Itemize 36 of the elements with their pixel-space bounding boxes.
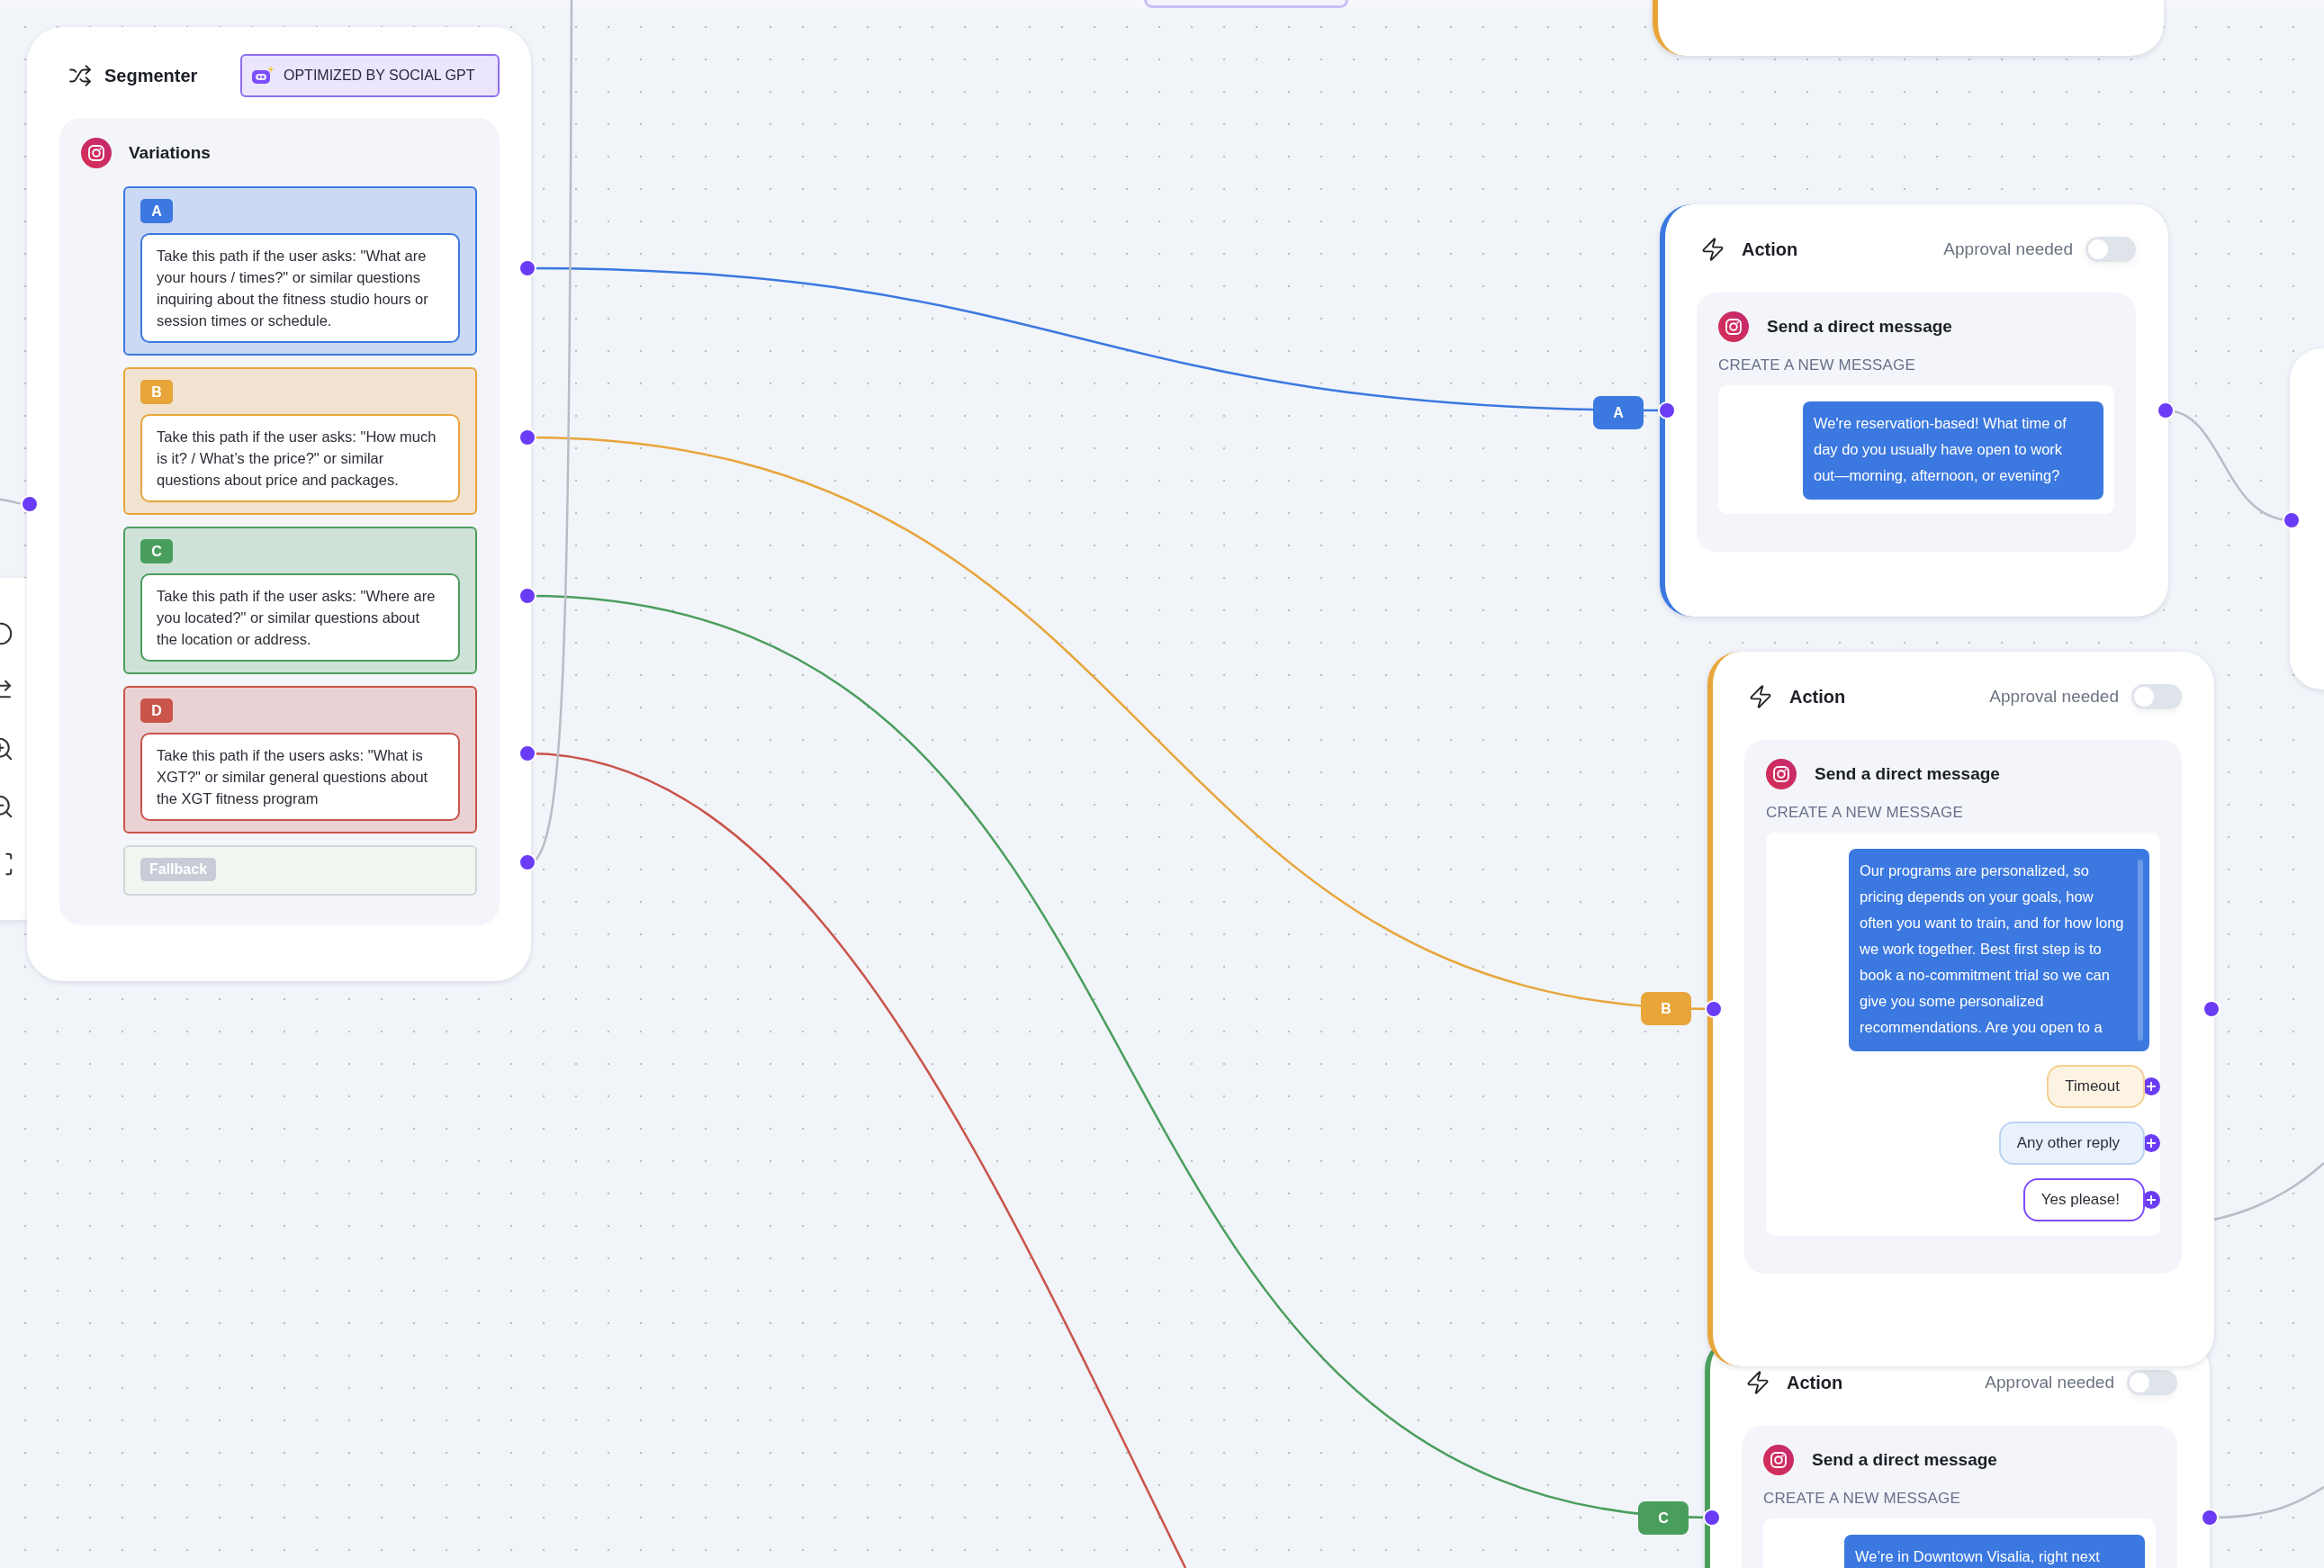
- reply-chip[interactable]: Timeout: [2047, 1065, 2145, 1108]
- approval-label: Approval needed: [1989, 687, 2119, 707]
- path-label: C: [1638, 1501, 1689, 1535]
- variation-card[interactable]: A Take this path if the user asks: "What are your hours / times?" or similar questions inquiring about the fitness studio hours or session times or schedule.: [123, 186, 477, 356]
- step-title: Send a direct message: [1812, 1450, 1997, 1470]
- reply-chip[interactable]: Yes please!: [2022, 1178, 2145, 1221]
- message-bubble[interactable]: We're reservation-based! What time of day do you usually have open to work out—morning, afternoon, or evening?: [1803, 401, 2103, 500]
- reply-chip[interactable]: Any other reply: [1998, 1122, 2145, 1165]
- node-title: Action: [1789, 686, 1846, 707]
- path-label: B: [1641, 992, 1691, 1025]
- section-label: CREATE A NEW MESSAGE: [1763, 1490, 1962, 1508]
- badge-label: OPTIMIZED BY SOCIAL GPT: [284, 68, 475, 84]
- variation-card[interactable]: D Take this path if the users asks: "What is XGT?" or similar general questions about the XGT fitness program: [123, 686, 477, 834]
- variation-card[interactable]: C Take this path if the user asks: "Where are you located?" or similar questions about the location or address.: [123, 527, 477, 674]
- node-title: Action: [1787, 1372, 1843, 1393]
- variation-condition[interactable]: Take this path if the users asks: "What is XGT?" or similar general questions about the XGT fitness program: [140, 733, 460, 821]
- approval-label: Approval needed: [1985, 1373, 2114, 1392]
- section-label: CREATE A NEW MESSAGE: [1718, 356, 1917, 374]
- section-title: Variations: [129, 143, 211, 163]
- approval-label: Approval needed: [1943, 239, 2073, 259]
- variation-letter: C: [140, 539, 173, 563]
- variation-letter: B: [140, 380, 173, 404]
- variation-letter: D: [140, 698, 173, 723]
- section-label: CREATE A NEW MESSAGE: [1766, 804, 1965, 822]
- step-title: Send a direct message: [1767, 317, 1952, 337]
- variation-letter: A: [140, 199, 173, 223]
- variation-condition[interactable]: Take this path if the user asks: "Where are you located?" or similar questions about the location or address.: [140, 573, 460, 662]
- message-bubble[interactable]: Our programs are personalized, so pricing depends on your goals, how often you want to train, and for how long we work together. Best first step is to book a no-commitment trial so we can give you some personalized recommendations. Are you open to a: [1849, 849, 2149, 1051]
- node-title: Action: [1742, 239, 1798, 260]
- path-label: A: [1593, 396, 1644, 429]
- message-bubble[interactable]: We’re in Downtown Visalia, right next: [1844, 1535, 2145, 1568]
- variation-condition[interactable]: Take this path if the user asks: "How much is it? / What’s the price?" or similar questions about price and packages.: [140, 414, 460, 502]
- variation-condition[interactable]: Take this path if the user asks: "What are your hours / times?" or similar questions inquiring about the fitness studio hours or session times or schedule.: [140, 233, 460, 343]
- variation-card[interactable]: B Take this path if the user asks: "How much is it? / What’s the price?" or similar questions about price and packages.: [123, 367, 477, 515]
- step-title: Send a direct message: [1815, 764, 2000, 784]
- node-title: Segmenter: [104, 65, 198, 86]
